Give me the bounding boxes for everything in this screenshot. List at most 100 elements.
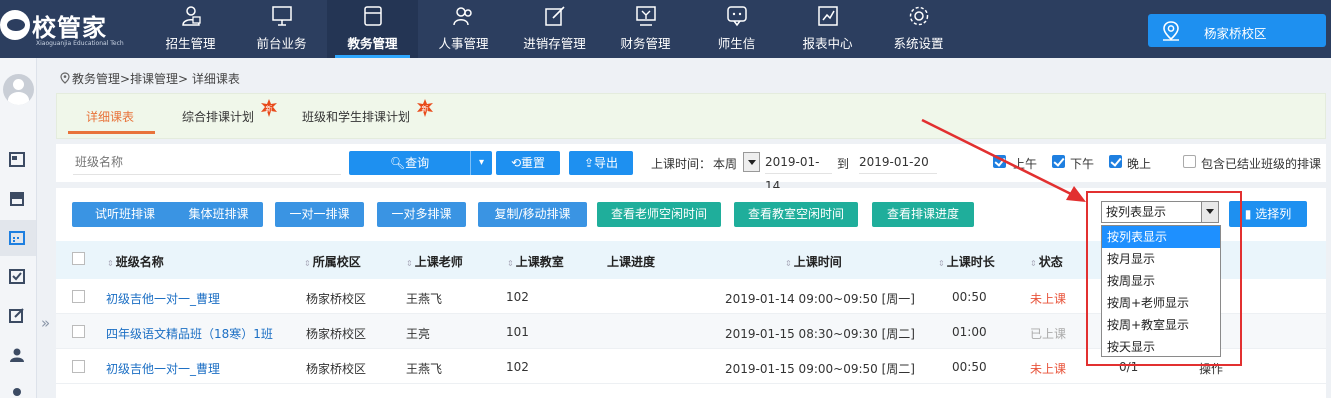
- class-name-link[interactable]: 四年级语文精品班（18寒）1班: [106, 325, 273, 342]
- campus-cell: 杨家桥校区: [306, 327, 367, 341]
- col-room[interactable]: ⇕ 上课教室: [507, 253, 564, 270]
- search-icon: 🔍︎: [389, 156, 406, 170]
- status-cell: 未上课: [1030, 292, 1067, 306]
- col-duration[interactable]: ⇕ 上课时长: [938, 253, 995, 270]
- breadcrumb: 教务管理>排课管理> 详细课表: [60, 70, 240, 87]
- status-cell: 已上课: [1030, 327, 1067, 341]
- sort-icon: ⇕: [785, 259, 792, 268]
- date-to-label: 到: [837, 157, 850, 171]
- tab-overall-plan[interactable]: 综合排课计划 新: [182, 99, 277, 125]
- nav-label: 财务管理: [620, 36, 671, 51]
- top-navbar: 校管家 Xiaoguanjia Educational Tech 招生管理 前台业…: [0, 0, 1331, 58]
- action-button-5[interactable]: 查看老师空闲时间: [597, 202, 721, 227]
- nav-label: 教务管理: [347, 36, 398, 51]
- enroll-icon: [179, 5, 203, 27]
- col-campus[interactable]: ⇕ 所属校区: [304, 253, 361, 270]
- sort-icon: ⇕: [507, 259, 514, 268]
- campus-label: 杨家桥校区: [1204, 26, 1267, 41]
- row-checkbox[interactable]: [72, 290, 85, 303]
- finance-icon: [634, 5, 658, 27]
- collapse-sidebar-icon[interactable]: »: [41, 314, 50, 332]
- tab-overall-plan-label: 综合排课计划: [182, 110, 255, 124]
- gear-icon: [907, 5, 931, 27]
- sidebar-archive[interactable]: [0, 181, 36, 217]
- tab-detail-schedule[interactable]: 详细课表: [86, 108, 134, 125]
- query-dropdown-toggle[interactable]: ▾: [470, 151, 492, 175]
- night-label: 晚上: [1127, 157, 1152, 171]
- sidebar-dashboard[interactable]: [0, 142, 36, 178]
- nav-item-3[interactable]: 人事管理: [418, 0, 509, 58]
- select-all-checkbox[interactable]: [72, 252, 85, 265]
- nav-item-0[interactable]: 招生管理: [145, 0, 236, 58]
- nav-item-8[interactable]: 系统设置: [873, 0, 964, 58]
- new-badge-icon: 新: [261, 99, 277, 117]
- nav-item-2[interactable]: 教务管理: [327, 0, 418, 58]
- logo-subtitle: Xiaoguanjia Educational Tech: [36, 40, 124, 47]
- tab-class-student-plan-label: 班级和学生排课计划: [302, 110, 411, 124]
- class-name-link[interactable]: 初级吉他一对一_曹理: [106, 290, 220, 307]
- class-name-input[interactable]: [73, 149, 341, 175]
- nav-item-5[interactable]: 财务管理: [600, 0, 691, 58]
- room-cell: 102: [506, 290, 529, 304]
- col-teacher[interactable]: ⇕ 上课老师: [406, 253, 463, 270]
- export-button[interactable]: ⇪导出: [569, 151, 633, 175]
- nav-item-1[interactable]: 前台业务: [236, 0, 327, 58]
- sidebar-person[interactable]: [0, 376, 36, 398]
- annotation-arrow: [921, 118, 1086, 202]
- period-select[interactable]: 本周: [713, 155, 737, 172]
- action-button-1[interactable]: 集体班排课: [174, 202, 263, 227]
- action-button-2[interactable]: 一对一排课: [275, 202, 364, 227]
- col-class-name[interactable]: ⇕ 班级名称: [107, 253, 164, 270]
- reset-label: 重置: [521, 156, 546, 170]
- campus-switch-button[interactable]: 杨家桥校区: [1148, 14, 1326, 47]
- sort-icon: ⇕: [107, 259, 114, 268]
- include-finished-checkbox[interactable]: [1183, 155, 1196, 168]
- row-checkbox[interactable]: [72, 325, 85, 338]
- duration-cell: 00:50: [952, 290, 987, 304]
- new-badge-icon: 新: [417, 99, 433, 117]
- avatar[interactable]: [3, 74, 34, 105]
- teacher-cell: 王燕飞: [406, 362, 443, 376]
- time-cell: 2019-01-15 09:00~09:50 [周二]: [725, 362, 915, 376]
- archive-icon: [9, 191, 25, 206]
- campus-cell: 杨家桥校区: [306, 362, 367, 376]
- period-dropdown-arrow[interactable]: [743, 152, 760, 172]
- nav-label: 前台业务: [256, 36, 307, 51]
- sidebar-check[interactable]: [0, 259, 36, 295]
- class-name-link[interactable]: 初级吉他一对一_曹理: [106, 360, 220, 377]
- col-duration-label: 上课时长: [946, 255, 995, 269]
- row-checkbox[interactable]: [72, 360, 85, 373]
- app-logo[interactable]: 校管家 Xiaoguanjia Educational Tech: [0, 6, 140, 52]
- status-cell: 未上课: [1030, 362, 1067, 376]
- date-from-input[interactable]: 2019-01-14: [765, 150, 832, 193]
- tab-class-student-plan[interactable]: 班级和学生排课计划 新: [302, 99, 433, 125]
- query-button[interactable]: 🔍︎查询: [349, 151, 470, 175]
- new-badge-text: 新: [422, 104, 429, 113]
- sort-icon: ⇕: [938, 259, 945, 268]
- col-campus-label: 所属校区: [312, 255, 361, 269]
- col-time[interactable]: ⇕ 上课时间: [785, 253, 842, 270]
- night-checkbox[interactable]: [1109, 155, 1122, 168]
- reset-button[interactable]: ⟲重置: [496, 151, 560, 175]
- upload-icon: ⇪: [583, 156, 595, 170]
- main-nav: 招生管理 前台业务 教务管理 人事管理 进销存管理 财务管理 师生信 报表中心 系统设置: [145, 0, 964, 58]
- highlight-box: [1086, 191, 1242, 366]
- schedule-icon: [361, 5, 385, 27]
- sidebar-users[interactable]: [0, 337, 36, 373]
- nav-label: 人事管理: [438, 36, 489, 51]
- col-status[interactable]: ⇕ 状态: [1030, 253, 1063, 270]
- nav-item-7[interactable]: 报表中心: [782, 0, 873, 58]
- location-icon: [60, 72, 70, 84]
- nav-item-4[interactable]: 进销存管理: [509, 0, 600, 58]
- sidebar-edit[interactable]: [0, 298, 36, 334]
- action-button-6[interactable]: 查看教室空闲时间: [734, 202, 858, 227]
- sidebar-calendar[interactable]: [0, 220, 36, 256]
- nav-item-6[interactable]: 师生信: [691, 0, 782, 58]
- action-button-0[interactable]: 试听班排课: [72, 202, 178, 227]
- col-progress[interactable]: 上课进度: [607, 253, 655, 270]
- action-button-4[interactable]: 复制/移动排课: [478, 202, 587, 227]
- room-cell: 102: [506, 360, 529, 374]
- sort-icon: ⇕: [1030, 259, 1037, 268]
- export-label: 导出: [594, 156, 619, 170]
- action-button-3[interactable]: 一对多排课: [377, 202, 466, 227]
